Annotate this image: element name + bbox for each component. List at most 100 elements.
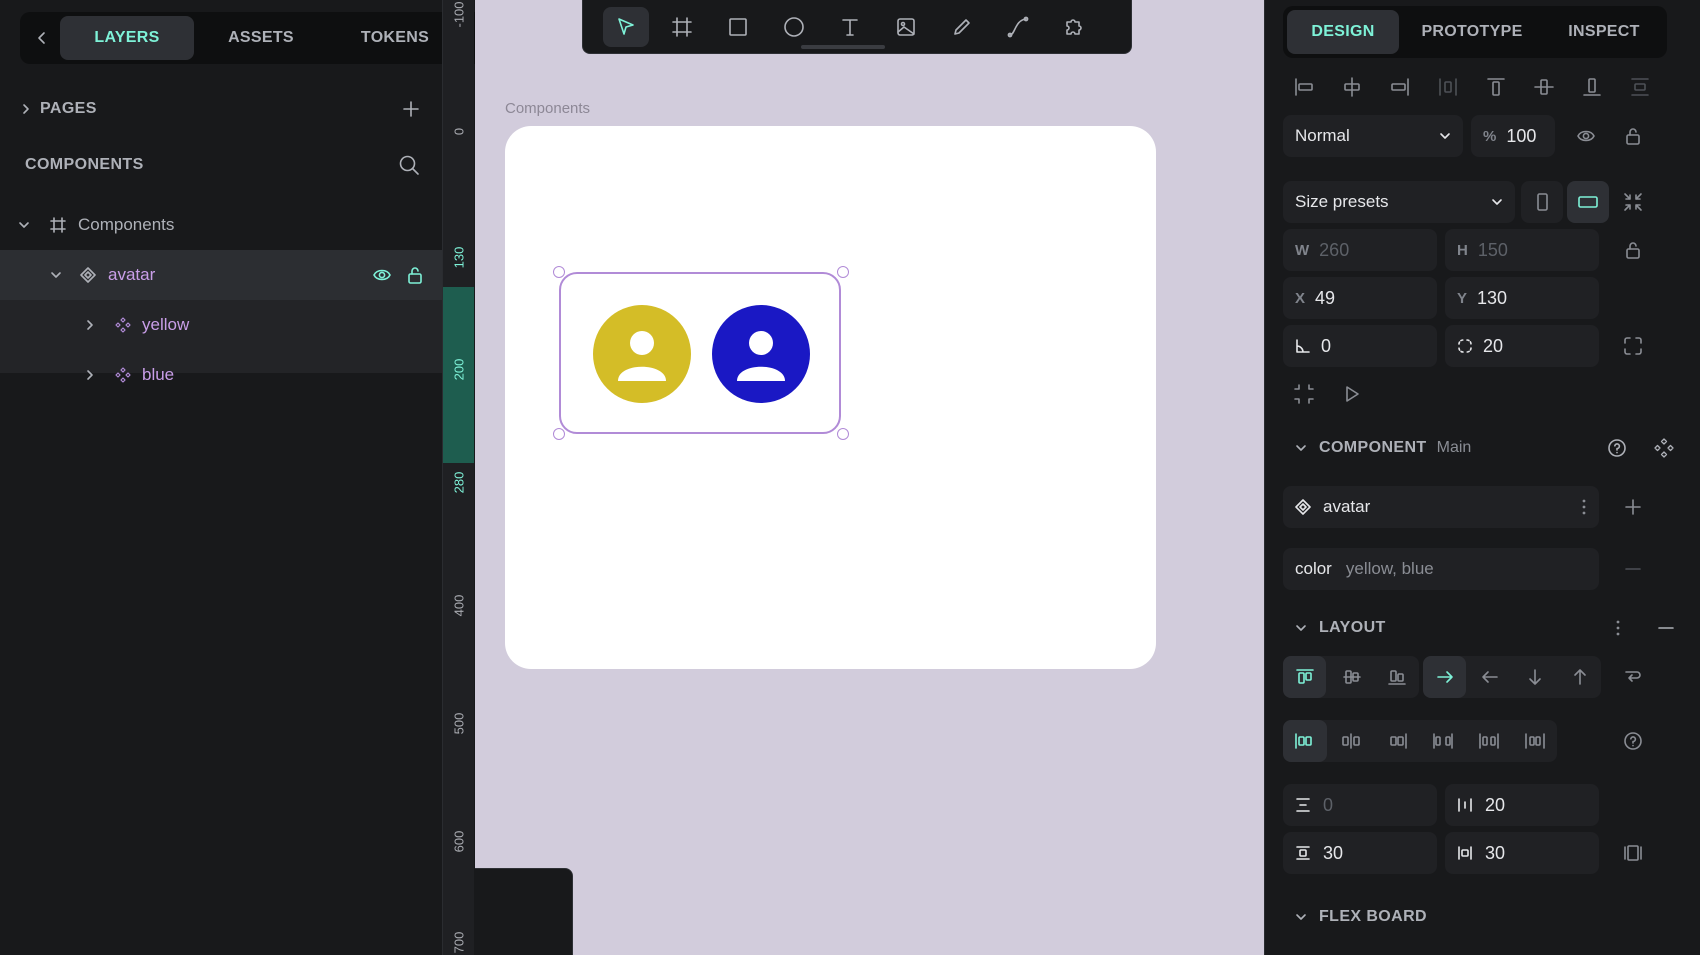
resize-handle-bl[interactable]: [553, 428, 565, 440]
y-input[interactable]: Y 130: [1445, 277, 1599, 319]
toolbar-handle[interactable]: [801, 45, 885, 49]
eye-icon[interactable]: [372, 265, 392, 285]
rotation-input[interactable]: 0: [1283, 325, 1437, 367]
resize-handle-tl[interactable]: [553, 266, 565, 278]
pages-header[interactable]: PAGES: [20, 92, 420, 126]
fit-content-button[interactable]: [1612, 181, 1654, 223]
text-tool-button[interactable]: [827, 7, 873, 47]
chevron-right-icon[interactable]: [84, 369, 96, 381]
layer-row-board[interactable]: Components: [0, 200, 442, 250]
x-input[interactable]: X 49: [1283, 277, 1437, 319]
direction-row-button[interactable]: [1423, 656, 1466, 698]
vertical-ruler[interactable]: -100 0 130 200 280 400 500 600 700: [442, 0, 474, 955]
direction-column-button[interactable]: [1513, 656, 1556, 698]
landscape-button[interactable]: [1567, 181, 1609, 223]
add-variant-button[interactable]: [1612, 486, 1654, 528]
resize-handle-tr[interactable]: [837, 266, 849, 278]
justify-center-button[interactable]: [1329, 720, 1373, 762]
layer-row-blue[interactable]: blue: [0, 350, 442, 400]
tab-prototype[interactable]: PROTOTYPE: [1399, 10, 1545, 54]
align-items-center-button[interactable]: [1330, 656, 1373, 698]
direction-row-reverse-button[interactable]: [1468, 656, 1511, 698]
board-tool-button[interactable]: [659, 7, 705, 47]
clip-content-button[interactable]: [1283, 373, 1325, 415]
vertical-padding-input[interactable]: 30: [1283, 832, 1437, 874]
minus-icon[interactable]: [1657, 619, 1675, 637]
portrait-button[interactable]: [1521, 181, 1563, 223]
opacity-input[interactable]: % 100: [1471, 115, 1555, 157]
justify-start-button[interactable]: [1283, 720, 1327, 762]
rectangle-tool-button[interactable]: [715, 7, 761, 47]
add-page-icon[interactable]: [402, 100, 420, 118]
column-gap-input[interactable]: 20: [1445, 784, 1599, 826]
layer-row-avatar[interactable]: avatar: [0, 250, 442, 300]
lock-toggle[interactable]: [1612, 115, 1654, 157]
radius-input[interactable]: 20: [1445, 325, 1599, 367]
align-top-button[interactable]: [1475, 66, 1517, 108]
minimap-panel[interactable]: [475, 868, 573, 955]
align-vcenter-button[interactable]: [1523, 66, 1565, 108]
remove-variant-button[interactable]: [1612, 548, 1654, 590]
independent-padding-button[interactable]: [1612, 832, 1654, 874]
layout-help-button[interactable]: [1612, 720, 1654, 762]
justify-around-button[interactable]: [1467, 720, 1511, 762]
component-swap-icon[interactable]: [1653, 437, 1675, 459]
board-title[interactable]: Components: [505, 100, 590, 117]
more-options-icon[interactable]: [1581, 498, 1587, 516]
visibility-toggle[interactable]: [1565, 115, 1607, 157]
move-tool-button[interactable]: [603, 6, 649, 47]
show-in-view-button[interactable]: [1331, 373, 1373, 415]
pencil-tool-button[interactable]: [939, 7, 985, 47]
component-name-field[interactable]: avatar: [1283, 486, 1599, 528]
justify-evenly-button[interactable]: [1513, 720, 1557, 762]
variant-property-field[interactable]: color yellow, blue: [1283, 548, 1599, 590]
align-left-button[interactable]: [1283, 66, 1325, 108]
independent-corners-button[interactable]: [1612, 325, 1654, 367]
direction-column-reverse-button[interactable]: [1558, 656, 1601, 698]
chevron-down-icon[interactable]: [18, 219, 30, 231]
resize-handle-br[interactable]: [837, 428, 849, 440]
search-icon[interactable]: [398, 154, 420, 176]
align-right-button[interactable]: [1379, 66, 1421, 108]
rectangle-icon: [729, 17, 747, 36]
justify-end-button[interactable]: [1375, 720, 1419, 762]
avatar-yellow[interactable]: [593, 305, 691, 403]
avatar-blue[interactable]: [712, 305, 810, 403]
tab-layers[interactable]: LAYERS: [60, 16, 194, 60]
ellipse-tool-button[interactable]: [771, 7, 817, 47]
image-tool-button[interactable]: [883, 7, 929, 47]
distribute-v-button[interactable]: [1619, 66, 1661, 108]
align-items-end-button[interactable]: [1376, 656, 1419, 698]
chevron-down-icon[interactable]: [1295, 622, 1307, 634]
align-items-start-button[interactable]: [1283, 656, 1327, 698]
help-icon: [1624, 732, 1642, 750]
tab-inspect[interactable]: INSPECT: [1545, 10, 1663, 54]
chevron-right-icon[interactable]: [84, 319, 96, 331]
proportion-lock-button[interactable]: [1612, 229, 1654, 271]
align-bottom-button[interactable]: [1571, 66, 1613, 108]
align-hcenter-button[interactable]: [1331, 66, 1373, 108]
canvas-viewport[interactable]: Components: [475, 0, 1264, 955]
size-presets-select[interactable]: Size presets: [1283, 181, 1515, 223]
layer-row-yellow[interactable]: yellow: [0, 300, 442, 350]
chevron-down-icon[interactable]: [1295, 911, 1307, 923]
blend-mode-select[interactable]: Normal: [1283, 115, 1463, 157]
collapse-panel-button[interactable]: [24, 16, 60, 60]
tab-design[interactable]: DESIGN: [1287, 10, 1399, 54]
wrap-button[interactable]: [1612, 656, 1654, 698]
avatar-component-selection[interactable]: [559, 272, 841, 434]
chevron-down-icon[interactable]: [1295, 442, 1307, 454]
height-input[interactable]: H 150: [1445, 229, 1599, 271]
unlock-icon[interactable]: [406, 266, 424, 284]
more-options-icon[interactable]: [1615, 619, 1621, 637]
plugins-tool-button[interactable]: [1051, 7, 1097, 47]
row-gap-input[interactable]: 0: [1283, 784, 1437, 826]
distribute-h-button[interactable]: [1427, 66, 1469, 108]
horizontal-padding-input[interactable]: 30: [1445, 832, 1599, 874]
path-tool-button[interactable]: [995, 7, 1041, 47]
help-icon[interactable]: [1607, 438, 1627, 458]
tab-assets[interactable]: ASSETS: [194, 16, 328, 60]
chevron-down-icon[interactable]: [50, 269, 62, 281]
justify-between-button[interactable]: [1421, 720, 1465, 762]
width-input[interactable]: W 260: [1283, 229, 1437, 271]
